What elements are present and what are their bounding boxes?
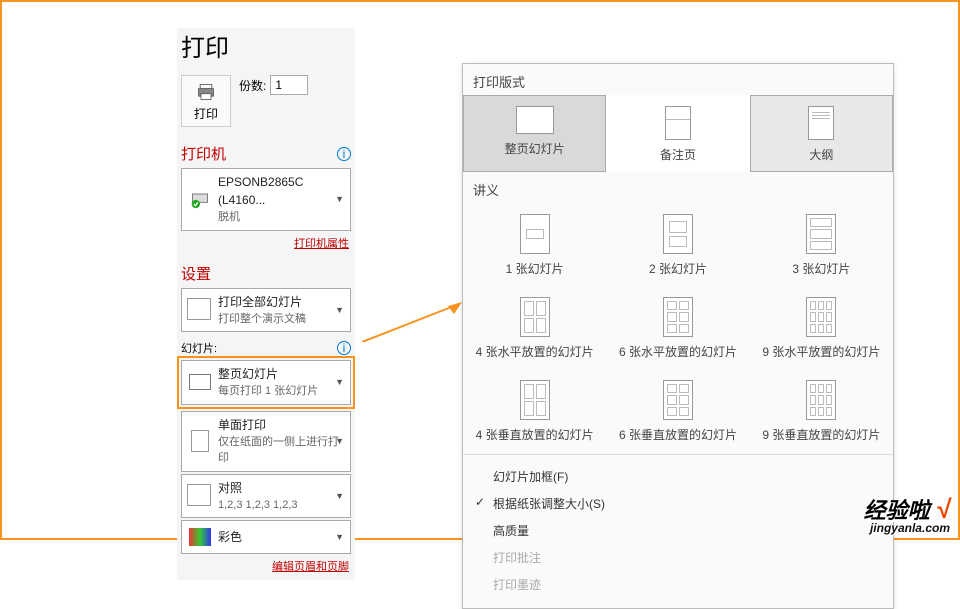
layout-options-menu: 幻灯片加框(F) 根据纸张调整大小(S) 高质量 打印批注 打印墨迹: [463, 457, 893, 608]
layout-popup: 打印版式 整页幻灯片 备注页 大纲 讲义 1 张幻灯片 2 张幻灯片 3 张幻灯…: [462, 63, 894, 609]
slides-label-row: 幻灯片: i: [177, 334, 355, 356]
copies-input[interactable]: [270, 75, 308, 95]
chevron-down-icon: ▼: [335, 194, 344, 204]
printer-select[interactable]: EPSONB2865C (L4160... 脱机 ▼: [181, 168, 351, 231]
collate-select[interactable]: 对照 1,2,3 1,2,3 1,2,3 ▼: [181, 474, 351, 519]
layout-select[interactable]: 整页幻灯片 每页打印 1 张幻灯片 ▼: [181, 360, 351, 405]
handout-6h[interactable]: 6 张水平放置的幻灯片: [606, 286, 749, 369]
tab-outline[interactable]: 大纲: [750, 95, 893, 172]
chevron-down-icon: ▼: [335, 532, 344, 542]
print-range-select[interactable]: 打印全部幻灯片 打印整个演示文稿 ▼: [181, 288, 351, 333]
handout-4h[interactable]: 4 张水平放置的幻灯片: [463, 286, 606, 369]
layout-heading: 打印版式: [463, 64, 893, 95]
handout-4v[interactable]: 4 张垂直放置的幻灯片: [463, 369, 606, 452]
sides-select[interactable]: 单面打印 仅在纸面的一侧上进行打印 ▼: [181, 411, 351, 472]
menu-comments: 打印批注: [493, 544, 883, 571]
chevron-down-icon: ▼: [335, 305, 344, 315]
color-icon: [189, 528, 211, 546]
print-panel: 打印 打印 份数: 打印机 i EPSONB2865C (L4160... 脱机…: [177, 28, 355, 580]
color-select[interactable]: 彩色 ▼: [181, 520, 351, 554]
chevron-down-icon: ▼: [335, 436, 344, 446]
layout-tabs: 整页幻灯片 备注页 大纲: [463, 95, 893, 172]
print-button[interactable]: 打印: [181, 75, 231, 127]
watermark: 经验啦 √ jingyanla.com: [864, 496, 950, 534]
tab-full-slide[interactable]: 整页幻灯片: [463, 95, 606, 172]
menu-scale[interactable]: 根据纸张调整大小(S): [493, 490, 883, 517]
copies-field: 份数:: [239, 75, 308, 95]
tab-notes[interactable]: 备注页: [606, 95, 749, 172]
print-button-area: 打印 份数:: [177, 71, 355, 137]
annotation-arrow: [362, 302, 462, 342]
info-icon[interactable]: i: [337, 341, 351, 355]
printer-properties-link[interactable]: 打印机属性: [177, 233, 355, 257]
menu-frame[interactable]: 幻灯片加框(F): [493, 463, 883, 490]
handout-2[interactable]: 2 张幻灯片: [606, 203, 749, 286]
printer-heading: 打印机 i: [177, 137, 355, 166]
handout-3[interactable]: 3 张幻灯片: [750, 203, 893, 286]
printer-icon: [194, 82, 218, 102]
info-icon[interactable]: i: [337, 147, 351, 161]
highlighted-option: 整页幻灯片 每页打印 1 张幻灯片 ▼: [177, 356, 355, 409]
handout-1[interactable]: 1 张幻灯片: [463, 203, 606, 286]
handout-9h[interactable]: 9 张水平放置的幻灯片: [750, 286, 893, 369]
printer-status-icon: [188, 187, 212, 211]
handout-9v[interactable]: 9 张垂直放置的幻灯片: [750, 369, 893, 452]
edit-header-footer-link[interactable]: 编辑页眉和页脚: [177, 556, 355, 580]
collate-icon: [189, 486, 211, 506]
settings-heading: 设置: [177, 257, 355, 286]
menu-ink: 打印墨迹: [493, 571, 883, 598]
full-slide-thumb: [516, 106, 554, 134]
outline-thumb: [808, 106, 834, 140]
chevron-down-icon: ▼: [335, 377, 344, 387]
page-title: 打印: [177, 28, 355, 71]
handout-heading: 讲义: [463, 172, 893, 203]
handout-6v[interactable]: 6 张垂直放置的幻灯片: [606, 369, 749, 452]
page-icon: [191, 430, 209, 452]
copies-label: 份数:: [239, 77, 266, 94]
slide-icon: [189, 374, 211, 390]
notes-thumb: [665, 106, 691, 140]
chevron-down-icon: ▼: [335, 491, 344, 501]
pages-icon: [189, 300, 211, 320]
